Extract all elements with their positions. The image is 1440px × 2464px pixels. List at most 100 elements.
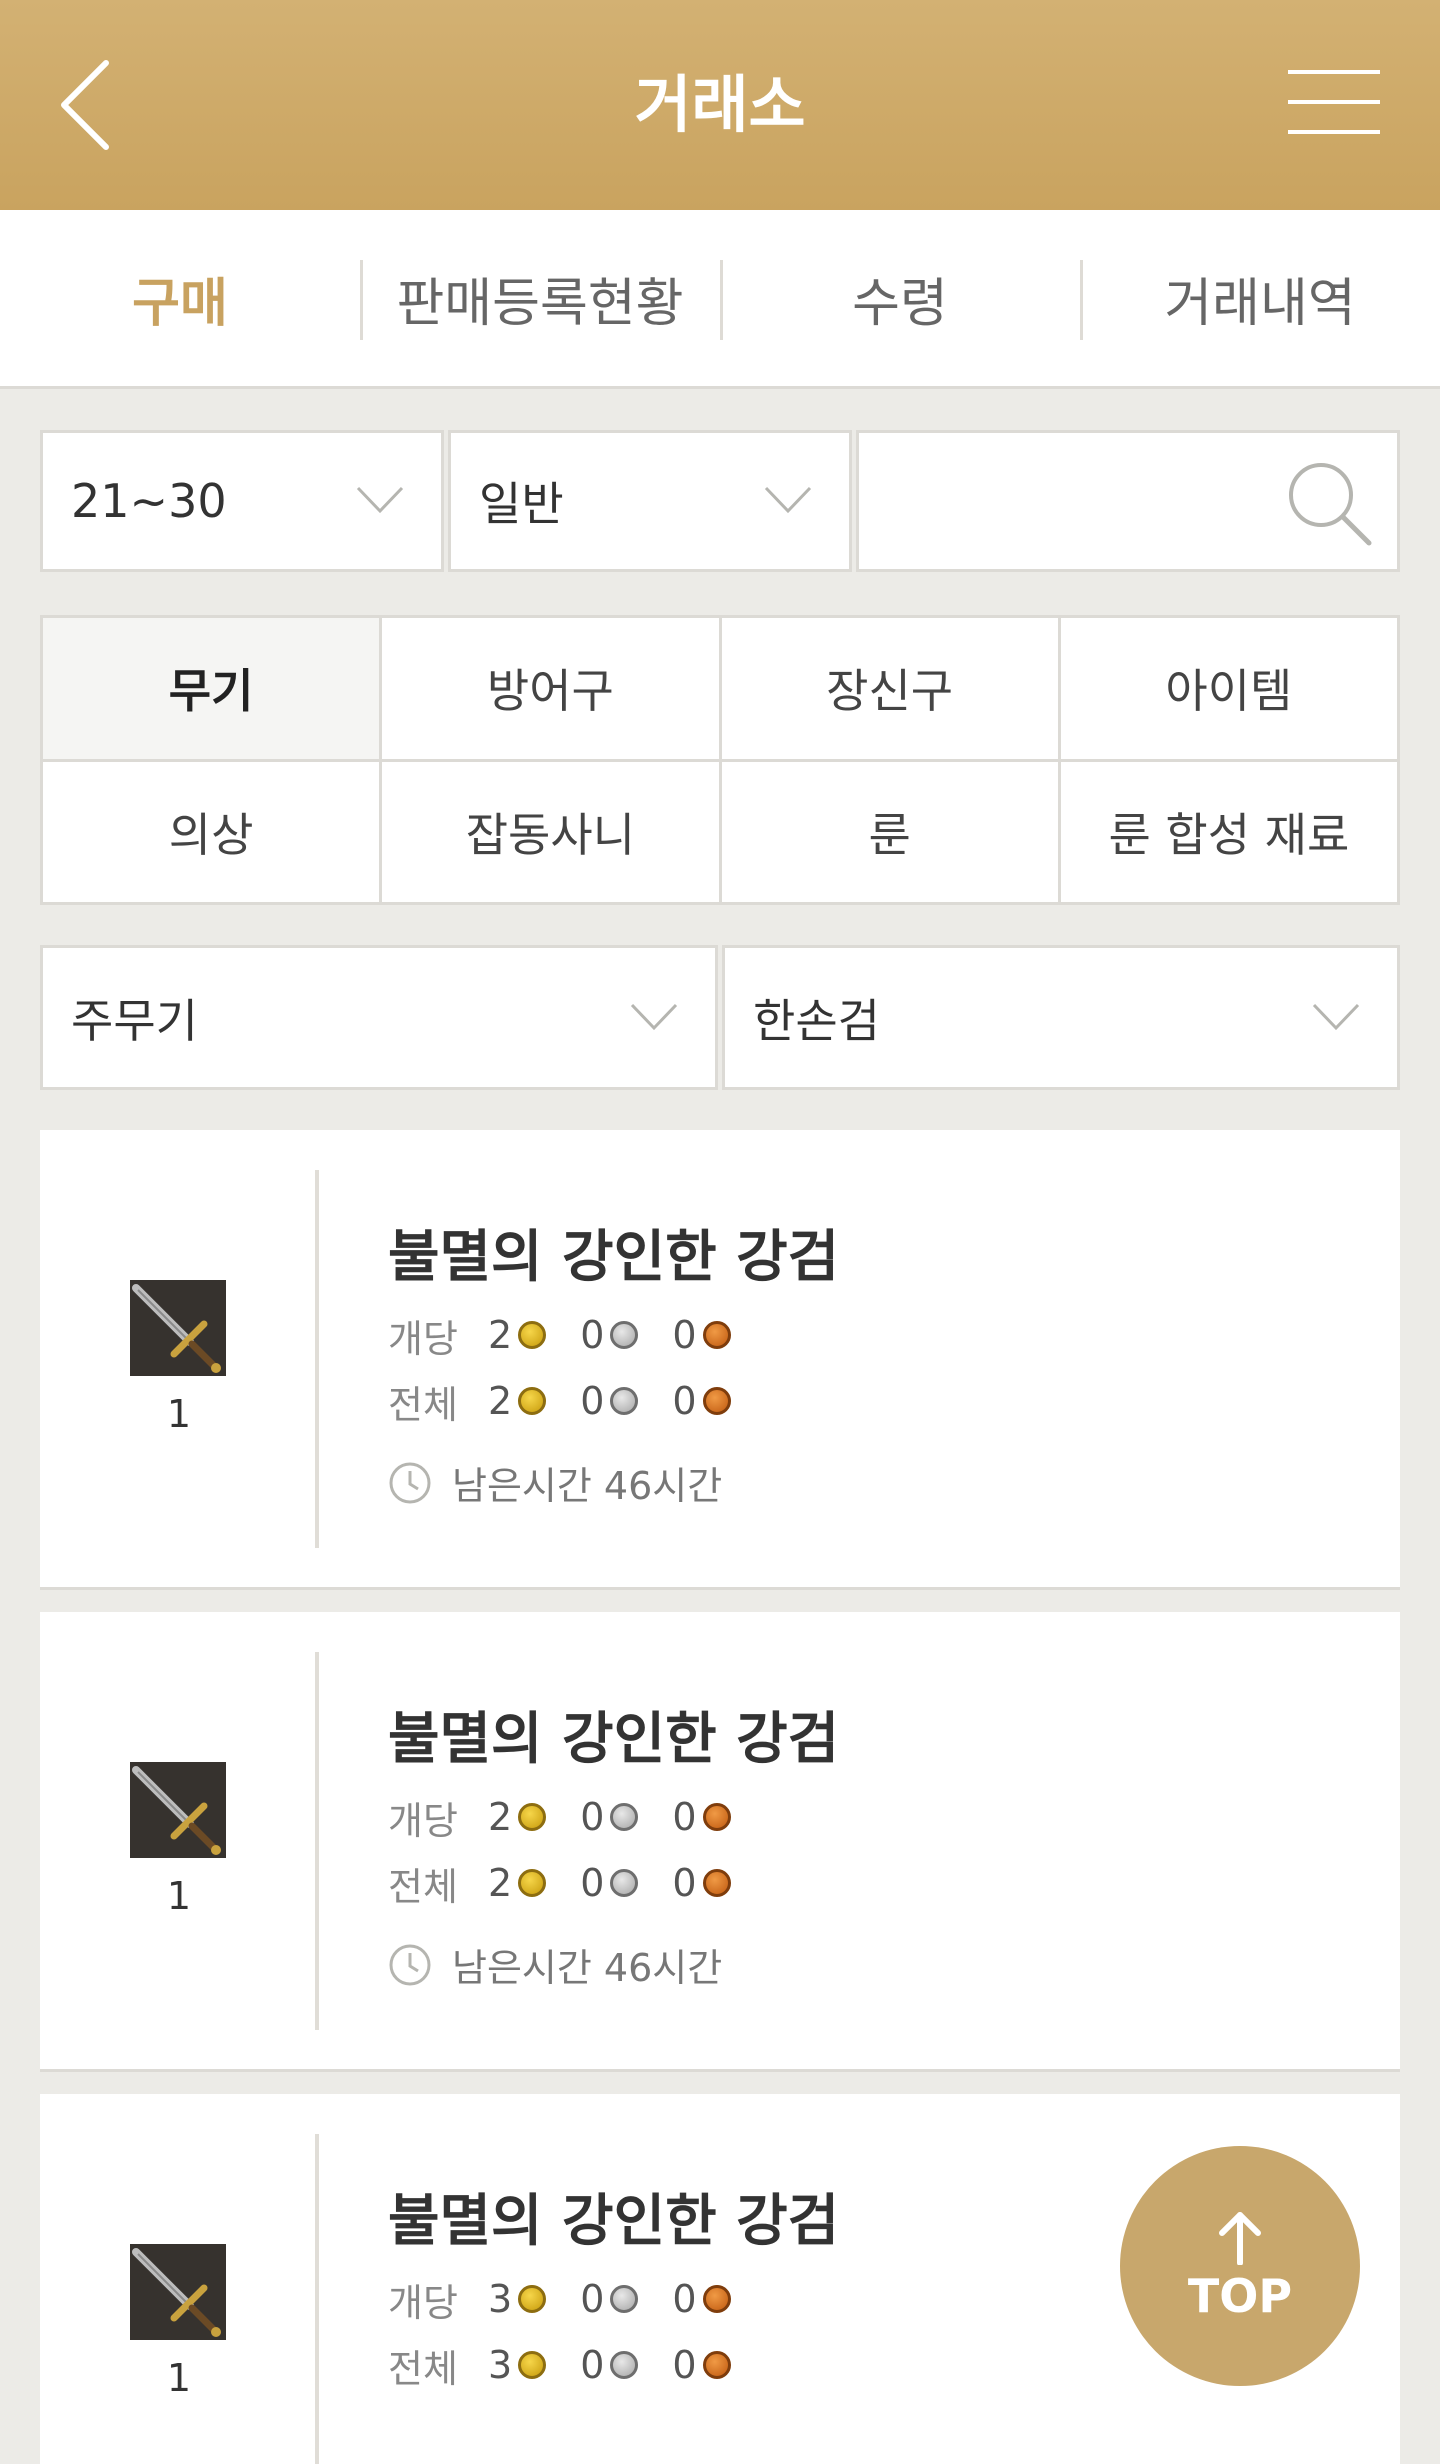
gold-coin-icon <box>518 1321 547 1349</box>
unit-price-label: 개당 <box>388 1798 458 1843</box>
total-price-row: 전체 2 0 0 <box>388 1858 765 1909</box>
category-weapon[interactable]: 무기 <box>43 618 380 759</box>
unit-silver-value: 0 <box>580 1795 605 1839</box>
level-select-value: 21~30 <box>71 474 227 528</box>
search-input[interactable] <box>856 430 1400 572</box>
silver-coin-icon <box>610 1387 639 1415</box>
category-misc[interactable]: 잡동사니 <box>382 761 719 902</box>
silver-coin-icon <box>610 1321 639 1349</box>
total-price-label: 전체 <box>388 1864 458 1909</box>
gold-coin-icon <box>518 1869 547 1897</box>
silver-coin-icon <box>610 1803 639 1831</box>
remaining-time: 남은시간 46시간 <box>388 1937 722 1992</box>
total-gold-value: 3 <box>488 2343 513 2387</box>
subfilter-row: 주무기 한손검 <box>40 945 1400 1090</box>
divider <box>315 2134 319 2464</box>
divider <box>315 1652 319 2030</box>
chevron-down-icon <box>764 486 812 514</box>
slot-select-value: 주무기 <box>71 993 198 1048</box>
clock-icon <box>389 1944 431 1985</box>
total-silver-value: 0 <box>580 2343 605 2387</box>
total-price-label: 전체 <box>388 1382 458 1427</box>
unit-gold-value: 2 <box>488 1313 513 1357</box>
copper-coin-icon <box>702 2351 731 2379</box>
unit-price-label: 개당 <box>388 2280 458 2325</box>
tab-receive[interactable]: 수령 <box>720 210 1080 386</box>
total-price-row: 전체 2 0 0 <box>388 1376 765 1427</box>
tab-history[interactable]: 거래내역 <box>1080 210 1440 386</box>
total-copper-value: 0 <box>672 1861 697 1905</box>
sword-icon <box>130 2244 226 2340</box>
gold-coin-icon <box>518 2351 547 2379</box>
gold-coin-icon <box>518 1803 547 1831</box>
scroll-top-button[interactable]: TOP <box>1120 2146 1360 2386</box>
total-silver-value: 0 <box>580 1861 605 1905</box>
item-thumb-area: 1 <box>40 1130 319 1587</box>
hamburger-menu-icon[interactable] <box>1288 68 1380 136</box>
main-tabs: 구매 판매등록현황 수령 거래내역 <box>0 210 1440 389</box>
copper-coin-icon <box>702 1869 731 1897</box>
listing-card[interactable]: 1 불멸의 강인한 강검 개당 2 0 0 전체 2 0 0 남은시간 46시간 <box>40 1612 1400 2072</box>
category-accessory[interactable]: 장신구 <box>721 618 1058 759</box>
chevron-down-icon <box>1312 1003 1360 1030</box>
remaining-time: 남은시간 46시간 <box>388 1455 722 1510</box>
remaining-time-text: 남은시간 46시간 <box>452 1464 723 1508</box>
unit-price-label: 개당 <box>388 1316 458 1361</box>
silver-coin-icon <box>610 2351 639 2379</box>
item-thumb-area: 1 <box>40 1612 319 2069</box>
total-copper-value: 0 <box>672 1379 697 1423</box>
remaining-time-text: 남은시간 46시간 <box>452 1946 723 1990</box>
copper-coin-icon <box>702 1321 731 1349</box>
app-header: 거래소 <box>0 0 1440 210</box>
divider <box>315 1170 319 1548</box>
chevron-down-icon <box>630 1003 678 1030</box>
unit-copper-value: 0 <box>672 1313 697 1357</box>
category-item[interactable]: 아이템 <box>1060 618 1397 759</box>
total-gold-value: 2 <box>488 1379 513 1423</box>
total-price-row: 전체 3 0 0 <box>388 2340 765 2391</box>
arrow-up-icon <box>1219 2212 1261 2265</box>
unit-gold-value: 3 <box>488 2277 513 2321</box>
total-price-label: 전체 <box>388 2346 458 2391</box>
total-gold-value: 2 <box>488 1861 513 1905</box>
scroll-top-label: TOP <box>1187 2269 1293 2323</box>
copper-coin-icon <box>702 1803 731 1831</box>
search-icon[interactable] <box>1281 455 1377 551</box>
category-grid: 무기 방어구 장신구 아이템 의상 잡동사니 룬 룬 합성 재료 <box>40 615 1400 905</box>
item-name: 불멸의 강인한 강검 <box>388 1225 840 1290</box>
unit-gold-value: 2 <box>488 1795 513 1839</box>
item-name: 불멸의 강인한 강검 <box>388 2189 840 2254</box>
unit-price-row: 개당 3 0 0 <box>388 2274 765 2325</box>
category-rune[interactable]: 룬 <box>721 761 1058 902</box>
unit-copper-value: 0 <box>672 2277 697 2321</box>
clock-icon <box>389 1462 431 1503</box>
gold-coin-icon <box>518 1387 547 1415</box>
category-costume[interactable]: 의상 <box>43 761 380 902</box>
total-copper-value: 0 <box>672 2343 697 2387</box>
unit-silver-value: 0 <box>580 1313 605 1357</box>
slot-select[interactable]: 주무기 <box>40 945 718 1090</box>
category-armor[interactable]: 방어구 <box>382 618 719 759</box>
level-select[interactable]: 21~30 <box>40 430 444 572</box>
silver-coin-icon <box>610 1869 639 1897</box>
tab-buy[interactable]: 구매 <box>0 210 360 386</box>
page-title: 거래소 <box>634 68 806 141</box>
grade-select-value: 일반 <box>479 477 564 531</box>
chevron-down-icon <box>356 486 404 514</box>
total-silver-value: 0 <box>580 1379 605 1423</box>
tab-sale-status[interactable]: 판매등록현황 <box>360 210 720 386</box>
unit-silver-value: 0 <box>580 2277 605 2321</box>
unit-copper-value: 0 <box>672 1795 697 1839</box>
gold-coin-icon <box>518 2285 547 2313</box>
listing-card[interactable]: 1 불멸의 강인한 강검 개당 2 0 0 전체 2 0 0 남은시간 46시간 <box>40 1130 1400 1590</box>
filter-row: 21~30 일반 <box>40 430 1400 572</box>
item-name: 불멸의 강인한 강검 <box>388 1707 840 1772</box>
copper-coin-icon <box>702 1387 731 1415</box>
copper-coin-icon <box>702 2285 731 2313</box>
weapon-type-select-value: 한손검 <box>753 993 880 1048</box>
item-quantity: 1 <box>166 1874 192 1918</box>
silver-coin-icon <box>610 2285 639 2313</box>
category-rune-material[interactable]: 룬 합성 재료 <box>1060 761 1397 902</box>
grade-select[interactable]: 일반 <box>448 430 852 572</box>
weapon-type-select[interactable]: 한손검 <box>722 945 1400 1090</box>
